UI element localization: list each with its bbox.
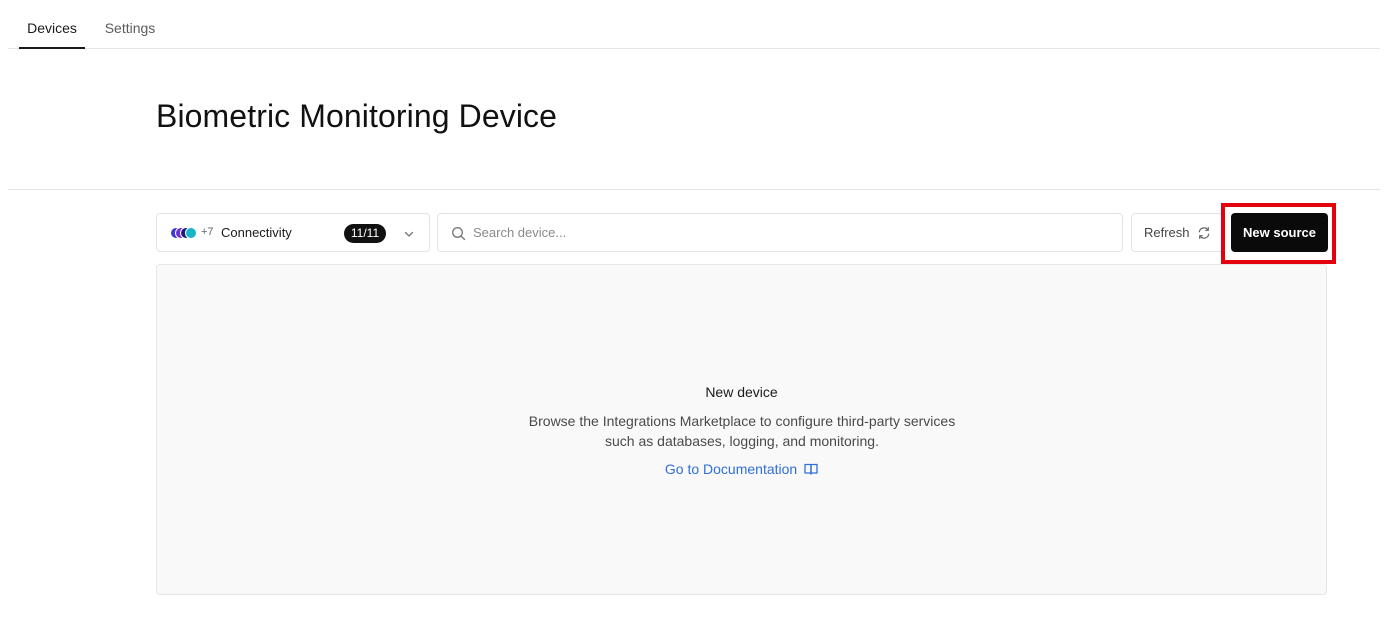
count-badge: 11/11 [344,224,386,243]
search-input[interactable] [473,214,1113,251]
book-icon [804,463,818,475]
divider [8,189,1380,190]
filter-label: Connectivity [221,225,292,240]
empty-state-panel: New device Browse the Integrations Marke… [156,264,1327,595]
refresh-icon [1198,227,1210,239]
documentation-link[interactable]: Go to Documentation [157,461,1326,477]
tab-devices[interactable]: Devices [19,0,85,49]
new-source-button[interactable]: New source [1231,213,1328,252]
empty-state-description: Browse the Integrations Marketplace to c… [492,411,992,451]
empty-state-title: New device [705,384,778,400]
tab-bar: Devices Settings [8,0,1380,49]
search-icon [452,227,466,241]
empty-state-description-line: such as databases, logging, and monitori… [605,433,879,449]
chevron-down-icon [404,231,414,237]
documentation-link-label: Go to Documentation [664,461,798,477]
extra-integrations-count: +7 [201,226,214,238]
page-title: Biometric Monitoring Device [156,98,558,134]
empty-state-description-line: Browse the Integrations Marketplace to c… [528,413,956,429]
tab-settings[interactable]: Settings [97,0,163,49]
integration-dots-icon [170,227,200,239]
refresh-label: Refresh [1144,225,1190,240]
search-box [437,213,1123,252]
refresh-button[interactable]: Refresh [1131,213,1223,252]
connectivity-filter-select[interactable]: +7 Connectivity 11/11 [156,213,430,252]
